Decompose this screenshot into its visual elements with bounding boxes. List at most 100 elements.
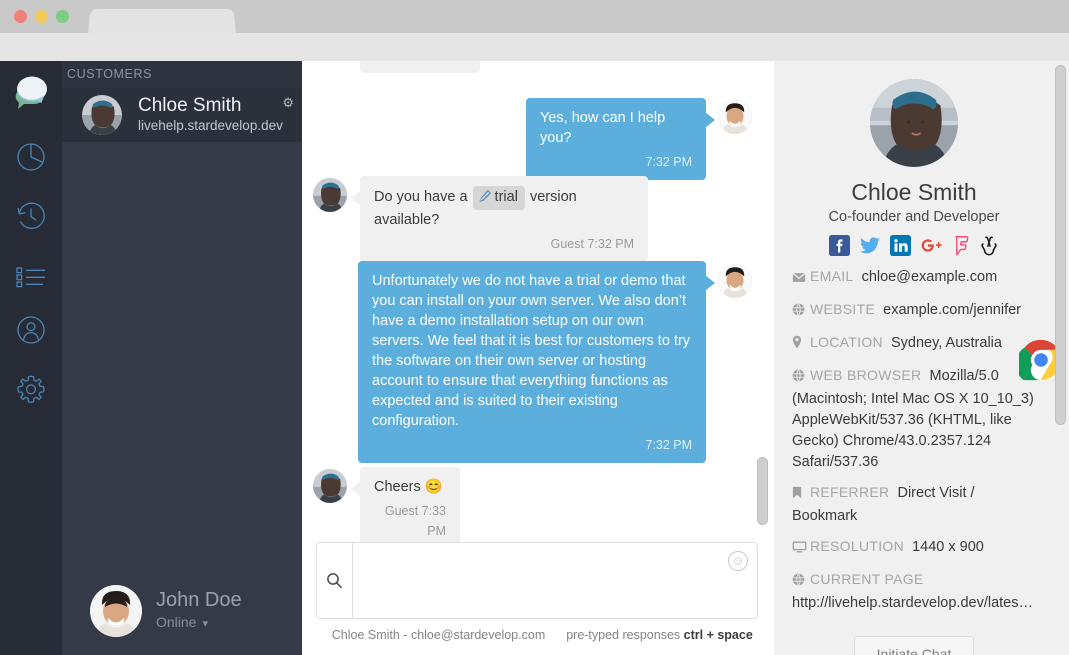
- composer-hint: pre-typed responses ctrl + space: [561, 628, 758, 642]
- chat-bubble-logo-icon: [12, 73, 52, 113]
- sidebar-item-history[interactable]: [11, 196, 51, 236]
- avatar: [313, 469, 347, 503]
- info-label: RESOLUTION: [810, 538, 905, 554]
- info-value: example.com/jennifer: [883, 302, 1021, 318]
- avatar: [90, 585, 142, 637]
- info-field-website: WEBSITE example.com/jennifer: [792, 299, 1036, 323]
- sidebar-item-operators[interactable]: [11, 310, 51, 350]
- sidebar-item-transcripts[interactable]: [11, 257, 51, 297]
- message-guest: Do you have a trial version available? G…: [351, 176, 648, 262]
- info-value: http://livehelp.stardevelop.dev/lates…: [792, 595, 1033, 611]
- initiate-chat-button[interactable]: Initiate Chat: [853, 636, 975, 655]
- info-scrollbar-thumb[interactable]: [1055, 65, 1066, 425]
- app-window: CUSTOMERS Chloe Smith livehelp.stardevel…: [0, 0, 1069, 655]
- bookmark-icon: [792, 485, 807, 506]
- globe-icon: [792, 572, 807, 593]
- chat-scrollbar-thumb[interactable]: [757, 457, 768, 525]
- composer-hint-text: pre-typed responses: [566, 628, 684, 642]
- traffic-lights: [14, 10, 69, 23]
- visitor-name: Chloe Smith: [851, 179, 977, 205]
- message-agent: Yes, how can I help you? 7:32 PM: [526, 98, 715, 180]
- operator-status-label: Online: [156, 614, 197, 630]
- operator-status-row[interactable]: John Doe Online ▾: [62, 579, 302, 643]
- globe-icon: [792, 302, 807, 323]
- customer-settings-gear-icon[interactable]: ⚙: [282, 96, 294, 109]
- customers-header: CUSTOMERS: [62, 61, 302, 88]
- info-label: LOCATION: [810, 334, 883, 350]
- message-input[interactable]: [354, 543, 757, 618]
- browser-titlebar: [0, 0, 1069, 34]
- angellist-icon[interactable]: [979, 235, 999, 257]
- search-icon[interactable]: [317, 543, 353, 618]
- message-partial: [360, 61, 480, 73]
- browser-toolbar: [0, 33, 1069, 61]
- composer-hint-keys: ctrl + space: [683, 628, 753, 642]
- close-window-button[interactable]: [14, 10, 27, 23]
- minimize-window-button[interactable]: [35, 10, 48, 23]
- user-circle-icon: [16, 315, 46, 345]
- message-bubble: [360, 61, 480, 73]
- message-time: Guest 7:32 PM: [550, 237, 634, 251]
- chevron-down-icon: ▾: [202, 618, 208, 630]
- info-field-referrer: REFERRER Direct Visit / Bookmark: [792, 482, 1036, 527]
- info-value: 1440 x 900: [912, 539, 984, 555]
- customer-name: Chloe Smith: [138, 95, 242, 116]
- visitor-role: Co-founder and Developer: [828, 209, 1000, 225]
- info-label: REFERRER: [810, 484, 890, 500]
- message-text: Cheers 😊: [374, 479, 443, 495]
- info-field-email: EMAIL chloe@example.com: [792, 266, 1036, 290]
- foursquare-icon[interactable]: [952, 235, 970, 257]
- avatar: [718, 100, 752, 134]
- google-plus-icon[interactable]: [920, 235, 943, 257]
- message-text: Unfortunately we do not have a trial or …: [372, 273, 691, 429]
- envelope-icon: [792, 269, 807, 290]
- chat-scrollbar-track[interactable]: [757, 61, 768, 590]
- smiley-icon[interactable]: ☺: [728, 551, 748, 571]
- info-label: WEBSITE: [810, 301, 876, 317]
- zoom-window-button[interactable]: [56, 10, 69, 23]
- visitor-info-content: Chloe Smith Co-founder and Developer EMA…: [774, 61, 1054, 655]
- info-field-current-page: CURRENT PAGE http://livehelp.stardevelop.…: [792, 569, 1036, 614]
- linkedin-icon[interactable]: [890, 235, 911, 257]
- operator-text: John Doe Online ▾: [156, 589, 242, 633]
- history-clock-icon: [16, 201, 46, 231]
- message-bubble: Do you have a trial version available? G…: [351, 176, 648, 262]
- pretyped-response-pill[interactable]: trial: [472, 186, 525, 210]
- customers-panel: CUSTOMERS Chloe Smith livehelp.stardevel…: [62, 61, 302, 655]
- info-value: Sydney, Australia: [891, 335, 1002, 351]
- sidebar-item-settings[interactable]: [11, 369, 51, 409]
- twitter-icon[interactable]: [859, 235, 881, 257]
- info-value: Mozilla/5.0 (Macintosh; Intel Mac OS X 1…: [792, 368, 1034, 470]
- avatar: [870, 79, 958, 167]
- customer-list-item[interactable]: Chloe Smith livehelp.stardevelop.dev ⚙: [62, 88, 302, 142]
- info-label: CURRENT PAGE: [810, 571, 924, 587]
- operator-status[interactable]: Online ▾: [156, 613, 242, 633]
- gear-icon: [15, 373, 47, 405]
- social-links: [792, 235, 1036, 257]
- sidebar-item-reports[interactable]: [11, 137, 51, 177]
- message-time: 7:32 PM: [645, 438, 692, 452]
- info-label: WEB BROWSER: [810, 367, 922, 383]
- pencil-icon: [478, 189, 492, 209]
- operator-name: John Doe: [156, 589, 242, 611]
- initiate-chat-wrap: Initiate Chat: [792, 636, 1036, 655]
- message-bubble: Cheers 😊 Guest 7:33 PM: [351, 467, 460, 549]
- avatar: [313, 178, 347, 212]
- info-scrollbar-track[interactable]: [1055, 61, 1066, 655]
- info-field-web-browser: WEB BROWSER Mozilla/5.0 (Macintosh; Inte…: [792, 365, 1036, 473]
- browser-tab[interactable]: [88, 8, 236, 34]
- message-agent: Unfortunately we do not have a trial or …: [358, 261, 715, 463]
- message-composer[interactable]: ☺: [316, 542, 758, 619]
- avatar: [718, 264, 752, 298]
- message-text: Do you have a trial version available?: [374, 186, 634, 230]
- info-field-location: LOCATION Sydney, Australia: [792, 332, 1036, 356]
- visitor-info-panel: Chloe Smith Co-founder and Developer EMA…: [774, 61, 1069, 655]
- customer-site: livehelp.stardevelop.dev: [138, 118, 283, 133]
- message-time: 7:32 PM: [645, 155, 692, 169]
- message-time: Guest 7:33 PM: [384, 504, 446, 538]
- pill-label: trial: [494, 189, 518, 205]
- customer-text: Chloe Smith livehelp.stardevelop.dev: [138, 96, 283, 134]
- list-icon: [15, 264, 47, 290]
- globe-icon: [792, 368, 807, 389]
- facebook-icon[interactable]: [829, 235, 850, 257]
